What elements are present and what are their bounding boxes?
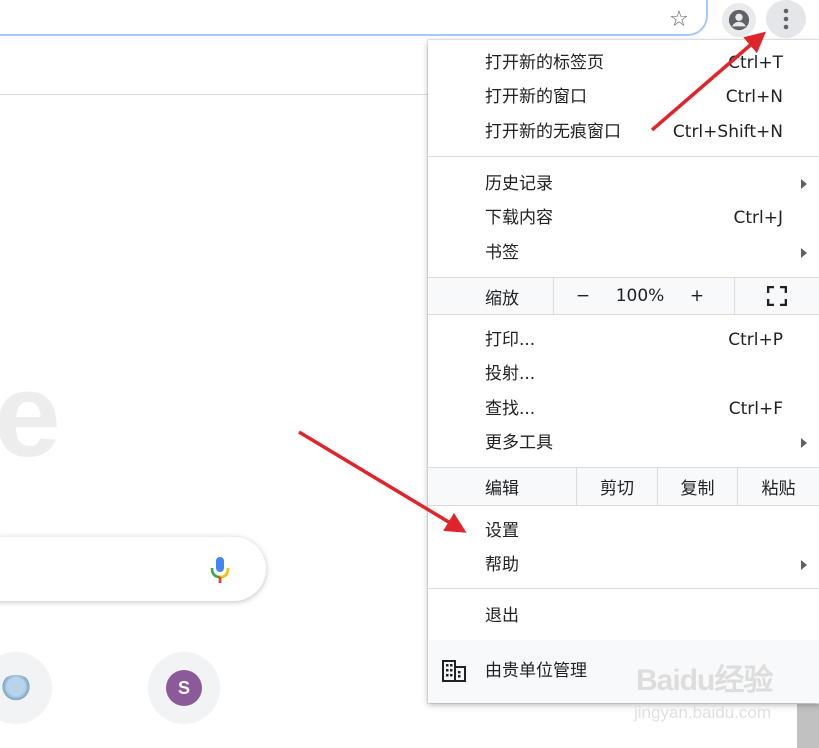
menu-item-print[interactable]: 打印... Ctrl+P	[428, 323, 819, 357]
submenu-arrow-icon	[801, 248, 807, 258]
cut-button[interactable]: 剪切	[577, 468, 657, 505]
menu-item-label: 历史记录	[485, 174, 553, 194]
menu-separator	[428, 314, 819, 315]
submenu-arrow-icon	[801, 560, 807, 570]
menu-item-label: 查找...	[485, 399, 536, 419]
menu-item-label: 投射...	[485, 364, 536, 384]
menu-item-new-incognito-window[interactable]: 打开新的无痕窗口 Ctrl+Shift+N	[428, 115, 819, 149]
submenu-arrow-icon	[801, 179, 807, 189]
menu-item-cast[interactable]: 投射...	[428, 357, 819, 391]
menu-item-label: 帮助	[485, 555, 519, 575]
zoom-label: 缩放	[485, 288, 519, 309]
menu-item-label: 设置	[485, 521, 519, 541]
zoom-row: 缩放 − 100% +	[428, 278, 819, 314]
bookmark-star-icon[interactable]: ☆	[664, 6, 694, 34]
menu-separator	[428, 156, 819, 157]
menu-separator	[428, 505, 819, 506]
bookmarks-strip	[0, 40, 430, 95]
zoom-in-button[interactable]: +	[682, 278, 712, 314]
chrome-main-menu: 打开新的标签页 Ctrl+T 打开新的窗口 Ctrl+N 打开新的无痕窗口 Ct…	[428, 40, 819, 703]
menu-item-bookmarks[interactable]: 书签	[428, 236, 819, 270]
menu-item-exit[interactable]: 退出	[428, 599, 819, 633]
menu-item-label: 下载内容	[485, 208, 553, 228]
zoom-level: 100%	[615, 286, 665, 306]
menu-item-new-window[interactable]: 打开新的窗口 Ctrl+N	[428, 80, 819, 114]
watermark-brand: Baidu经验	[636, 664, 773, 697]
menu-item-label: 更多工具	[485, 433, 553, 453]
menu-item-label: 由贵单位管理	[485, 661, 587, 681]
menu-item-label: 打开新的无痕窗口	[485, 122, 621, 142]
menu-item-history[interactable]: 历史记录	[428, 167, 819, 201]
menu-item-downloads[interactable]: 下载内容 Ctrl+J	[428, 201, 819, 235]
fullscreen-button[interactable]	[735, 278, 819, 314]
shortcut-letter-avatar: S	[166, 670, 202, 706]
baidu-jingyan-watermark: Baidu经验 jingyan.baidu.com	[616, 655, 816, 735]
menu-item-shortcut: Ctrl+N	[725, 87, 783, 107]
site-favicon-icon	[0, 675, 33, 701]
more-vert-button[interactable]	[766, 0, 806, 38]
watermark-url: jingyan.baidu.com	[634, 703, 772, 722]
menu-item-help[interactable]: 帮助	[428, 548, 819, 582]
zoom-divider	[553, 278, 554, 314]
menu-item-shortcut: Ctrl+T	[728, 53, 783, 73]
menu-item-shortcut: Ctrl+Shift+N	[672, 122, 783, 142]
zoom-out-button[interactable]: −	[568, 278, 598, 314]
menu-separator	[428, 588, 819, 589]
profile-button[interactable]	[722, 3, 756, 37]
menu-item-label: 书签	[485, 243, 519, 263]
shortcut-tile[interactable]: S	[148, 652, 220, 724]
menu-item-label: 打印...	[485, 330, 536, 350]
paste-button[interactable]: 粘贴	[738, 468, 819, 505]
google-logo-fragment: e	[0, 348, 61, 482]
menu-item-label: 打开新的窗口	[485, 87, 587, 107]
omnibox[interactable]	[0, 0, 708, 36]
more-vert-icon	[783, 8, 789, 30]
browser-toolbar: ☆	[0, 0, 819, 40]
edit-row: 编辑 剪切 复制 粘贴	[428, 468, 819, 505]
shortcut-tile[interactable]	[0, 652, 52, 724]
voice-search-mic-icon[interactable]	[210, 556, 230, 584]
fullscreen-icon	[767, 286, 787, 306]
menu-item-label: 退出	[485, 606, 519, 626]
menu-item-find[interactable]: 查找... Ctrl+F	[428, 392, 819, 426]
edit-label: 编辑	[485, 479, 519, 499]
menu-item-more-tools[interactable]: 更多工具	[428, 426, 819, 460]
menu-item-new-tab[interactable]: 打开新的标签页 Ctrl+T	[428, 46, 819, 80]
submenu-arrow-icon	[801, 438, 807, 448]
search-box[interactable]	[0, 537, 266, 601]
menu-item-shortcut: Ctrl+J	[733, 208, 783, 228]
menu-item-settings[interactable]: 设置	[428, 514, 819, 548]
copy-button[interactable]: 复制	[658, 468, 737, 505]
business-building-icon	[442, 660, 466, 682]
menu-item-shortcut: Ctrl+P	[728, 330, 783, 350]
menu-item-shortcut: Ctrl+F	[728, 399, 783, 419]
person-icon	[728, 9, 750, 31]
menu-item-label: 打开新的标签页	[485, 53, 604, 73]
